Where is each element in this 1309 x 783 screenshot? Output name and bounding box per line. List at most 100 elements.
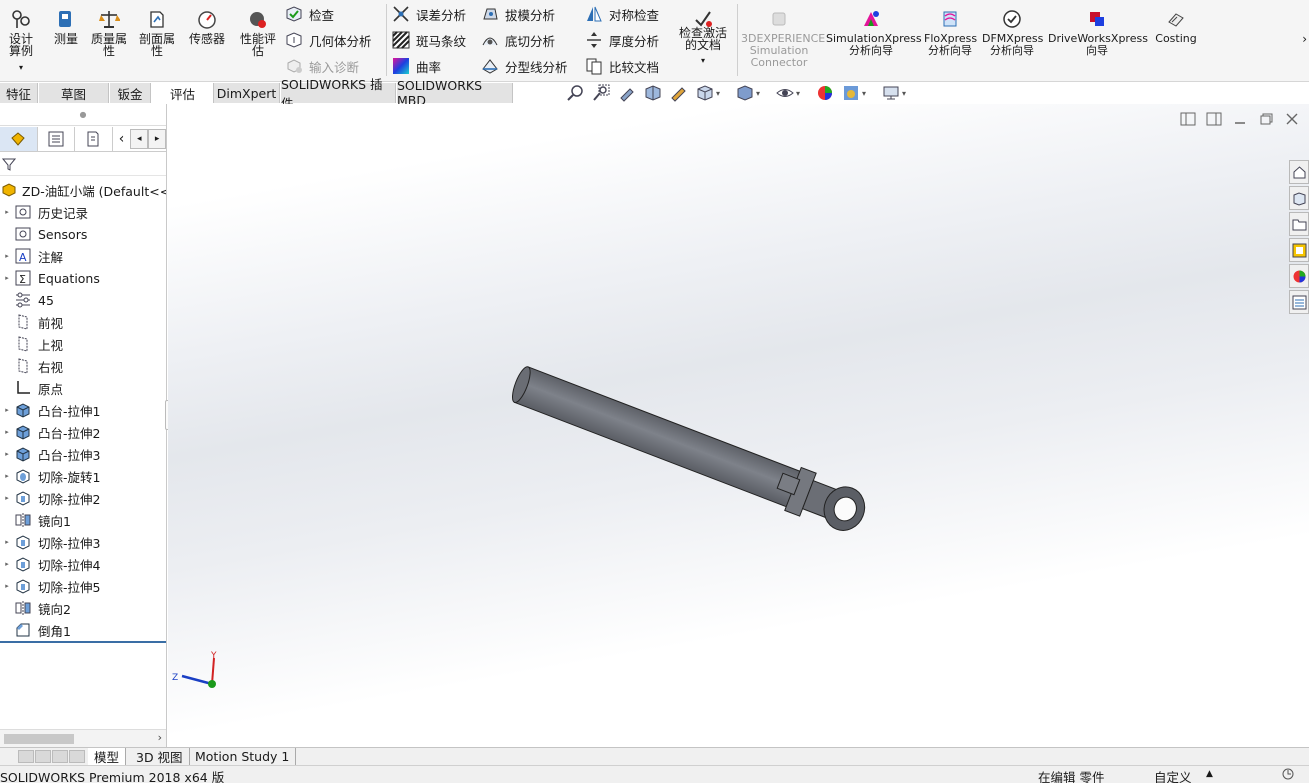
sensor-button[interactable]: 传感器 xyxy=(186,8,228,45)
restore-icon[interactable] xyxy=(1257,112,1275,126)
tab-dimxpert[interactable]: DimXpert xyxy=(214,83,280,103)
tree-horizontal-scrollbar[interactable]: › xyxy=(0,729,166,747)
experience-simulation-connector-button[interactable]: 3DEXPERIENCE Simulation Connector xyxy=(741,8,825,69)
tab-feature-manager[interactable] xyxy=(0,126,38,151)
dynamic-annotation-button[interactable] xyxy=(670,84,688,102)
thickness-analysis-button[interactable]: 厚度分析 xyxy=(585,29,659,51)
view-settings-dropdown[interactable]: ▾ xyxy=(882,84,906,102)
ribbon-collapse-icon[interactable]: › xyxy=(1302,32,1307,46)
section-view-button[interactable] xyxy=(644,84,662,102)
taskpane-file-explorer-button[interactable] xyxy=(1289,212,1309,236)
tree-item[interactable]: Sensors xyxy=(0,223,166,245)
tree-filter-row[interactable] xyxy=(0,152,166,176)
floxpress-button[interactable]: FloXpress 分析向导 xyxy=(922,8,978,57)
tab-sheet-metal[interactable]: 钣金 xyxy=(110,83,151,103)
zoom-to-fit-button[interactable] xyxy=(566,84,584,102)
geometry-analysis-button[interactable]: 几何体分析 xyxy=(285,29,372,51)
tree-item[interactable]: 45 xyxy=(0,289,166,311)
chevron-down-icon[interactable]: ▾ xyxy=(701,55,705,67)
expand-arrow-icon[interactable]: ▸ xyxy=(0,560,14,568)
apply-scene-dropdown[interactable]: ▾ xyxy=(842,84,866,102)
tab-features[interactable]: 特征 xyxy=(0,83,38,103)
driveworksxpress-button[interactable]: DriveWorksXpress 向导 xyxy=(1048,8,1148,57)
expand-arrow-icon[interactable]: ▸ xyxy=(0,428,14,436)
tree-item[interactable]: ▸ 凸台-拉伸1 xyxy=(0,399,166,421)
tab-solidworks-addins[interactable]: SOLIDWORKS 插件 xyxy=(281,77,396,111)
tree-root-part[interactable]: ZD-油缸小端 (Default<<Default>_Display State… xyxy=(0,179,166,201)
tree-item[interactable]: ▸ Σ Equations xyxy=(0,267,166,289)
tile-right-icon[interactable] xyxy=(1205,112,1223,126)
tab-solidworks-mbd[interactable]: SOLIDWORKS MBD xyxy=(397,78,513,108)
tab-model[interactable]: 模型 xyxy=(88,748,127,765)
tab-motion-study[interactable]: Motion Study 1 xyxy=(189,748,297,765)
tree-item[interactable]: ▸ 历史记录 xyxy=(0,201,166,223)
graphics-area[interactable]: Y Z xyxy=(168,104,1309,747)
check-active-document-button[interactable]: 检查激活的文档 ▾ xyxy=(673,8,733,67)
tab-configuration-manager[interactable] xyxy=(75,126,113,151)
tab-evaluate[interactable]: 评估 xyxy=(152,83,214,103)
taskpane-design-library-button[interactable] xyxy=(1289,186,1309,210)
draft-analysis-button[interactable]: 拔模分析 xyxy=(481,3,555,25)
tree-item[interactable]: 倒角1 xyxy=(0,619,166,641)
dfmxpress-button[interactable]: DFMXpress 分析向导 xyxy=(982,8,1043,57)
first-tab-button[interactable] xyxy=(18,750,34,763)
curvature-button[interactable]: 曲率 xyxy=(392,55,441,77)
parting-line-analysis-button[interactable]: 分型线分析 xyxy=(481,55,568,77)
mass-properties-button[interactable]: 质量属性 xyxy=(88,8,130,57)
tree-item[interactable]: ▸ 凸台-拉伸2 xyxy=(0,421,166,443)
view-orientation-dropdown[interactable]: ▾ xyxy=(696,84,720,102)
taskpane-view-palette-button[interactable] xyxy=(1289,238,1309,262)
section-properties-button[interactable]: 剖面属性 xyxy=(136,8,178,57)
compare-documents-button[interactable]: 比较文档 xyxy=(585,55,659,77)
check-button[interactable]: 检查 xyxy=(285,3,334,25)
measure-button[interactable]: 测量 xyxy=(50,8,82,45)
tree-item[interactable]: ▸ 切除-拉伸5 xyxy=(0,575,166,597)
panel-splitter-handle[interactable]: ● xyxy=(0,104,166,126)
expand-arrow-icon[interactable]: ▸ xyxy=(0,538,14,546)
edit-appearance-button[interactable] xyxy=(816,84,834,102)
next-tab-button[interactable] xyxy=(52,750,68,763)
rollback-bar[interactable] xyxy=(0,641,166,643)
tab-property-manager[interactable] xyxy=(38,126,76,151)
design-study-button[interactable]: 设计算例 ▾ xyxy=(2,8,40,74)
part-model-3d[interactable] xyxy=(508,364,908,534)
tree-item[interactable]: ▸ 切除-拉伸3 xyxy=(0,531,166,553)
minimize-icon[interactable] xyxy=(1231,112,1249,126)
tree-item[interactable]: 前视 xyxy=(0,311,166,333)
chevron-down-icon[interactable]: ▾ xyxy=(19,62,23,74)
scroll-tabs-left-button[interactable]: ◂ xyxy=(130,128,149,149)
taskpane-appearances-button[interactable] xyxy=(1289,264,1309,288)
filter-icon[interactable] xyxy=(2,157,16,171)
taskpane-home-button[interactable] xyxy=(1289,160,1309,184)
scrollbar-thumb[interactable] xyxy=(4,734,74,744)
display-style-dropdown[interactable]: ▾ xyxy=(736,84,760,102)
tree-item[interactable]: ▸ 切除-拉伸4 xyxy=(0,553,166,575)
chevron-up-icon[interactable]: ▲ xyxy=(1206,769,1213,779)
previous-tab-button[interactable] xyxy=(35,750,51,763)
tree-item[interactable]: 原点 xyxy=(0,377,166,399)
simulationxpress-button[interactable]: SimulationXpress 分析向导 xyxy=(826,8,922,57)
zebra-stripes-button[interactable]: 斑马条纹 xyxy=(392,29,466,51)
tree-item[interactable]: ▸ A 注解 xyxy=(0,245,166,267)
close-icon[interactable] xyxy=(1283,112,1301,126)
tree-item[interactable]: 上视 xyxy=(0,333,166,355)
tree-item[interactable]: 右视 xyxy=(0,355,166,377)
tab-dimxpert-manager[interactable]: ‹ xyxy=(113,127,131,151)
tile-left-icon[interactable] xyxy=(1179,112,1197,126)
tree-item[interactable]: ▸ 切除-旋转1 xyxy=(0,465,166,487)
arrow-right-icon[interactable]: › xyxy=(158,731,162,744)
rebuild-status-icon[interactable] xyxy=(1280,767,1296,781)
expand-arrow-icon[interactable]: ▸ xyxy=(0,208,14,216)
performance-evaluation-button[interactable]: 性能评估 xyxy=(236,8,280,57)
tree-item[interactable]: ▸ 切除-拉伸2 xyxy=(0,487,166,509)
tree-item[interactable]: 镜向2 xyxy=(0,597,166,619)
undercut-analysis-button[interactable]: 底切分析 xyxy=(481,29,555,51)
tree-item[interactable]: ▸ 凸台-拉伸3 xyxy=(0,443,166,465)
units-selector[interactable]: 自定义 xyxy=(1154,767,1192,783)
tree-item[interactable]: 镜向1 xyxy=(0,509,166,531)
zoom-to-area-button[interactable] xyxy=(592,84,610,102)
expand-arrow-icon[interactable]: ▸ xyxy=(0,494,14,502)
hide-show-items-dropdown[interactable]: ▾ xyxy=(776,84,800,102)
tab-sketch[interactable]: 草图 xyxy=(39,83,109,103)
expand-arrow-icon[interactable]: ▸ xyxy=(0,450,14,458)
